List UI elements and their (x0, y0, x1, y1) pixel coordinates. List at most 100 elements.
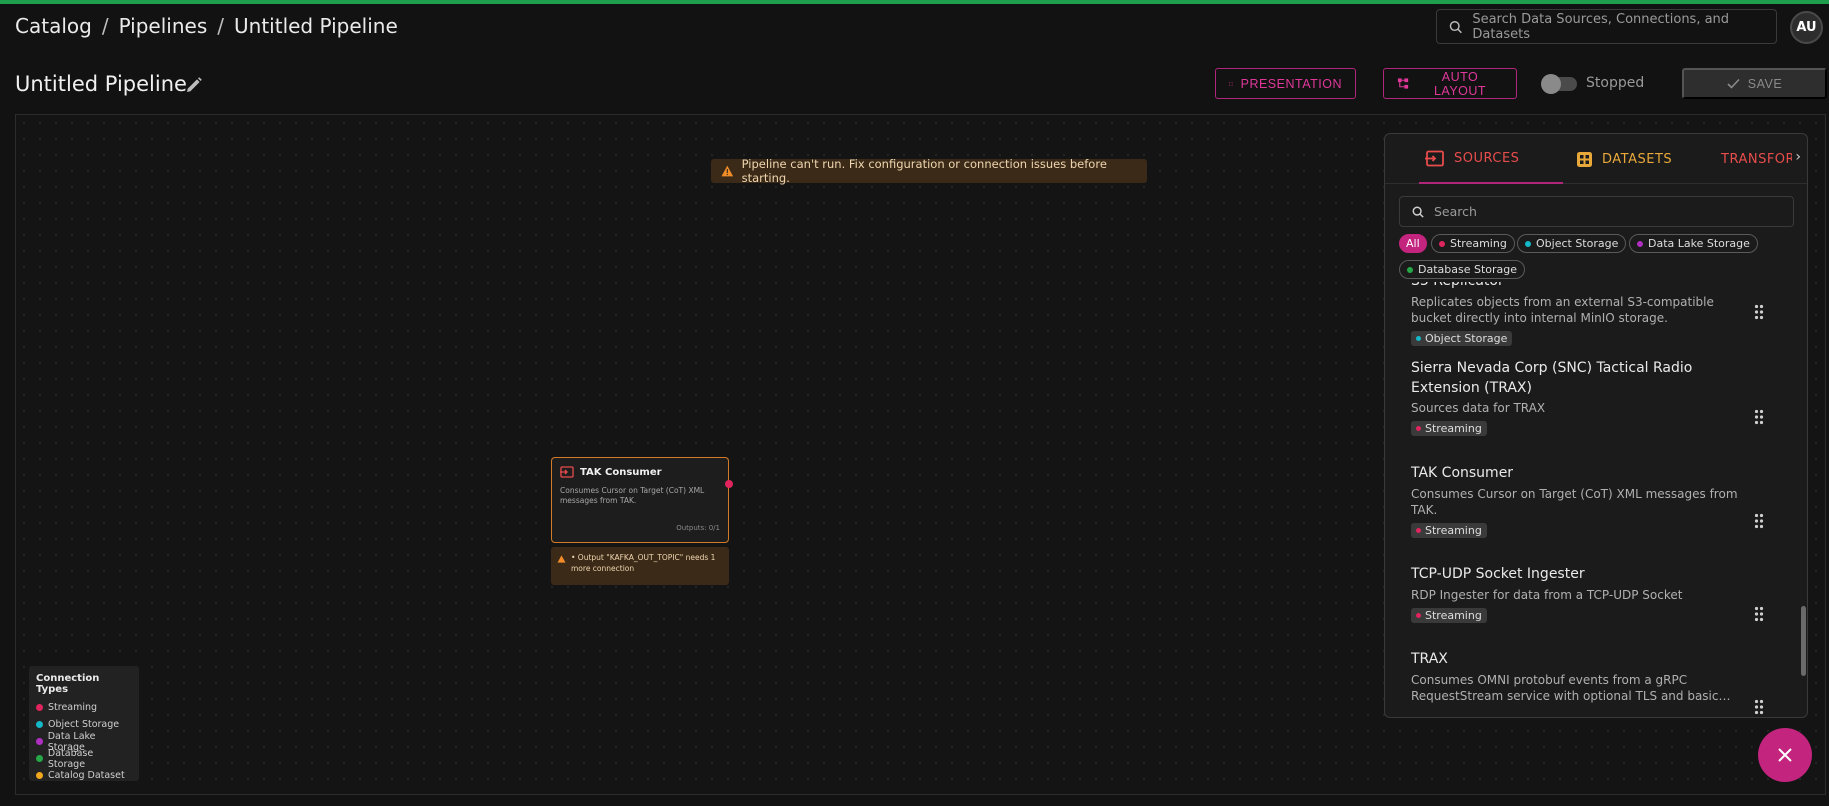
node-outputs-count: Outputs: 0/1 (676, 524, 720, 532)
fullscreen-icon (1229, 81, 1233, 86)
chip-label: Database Storage (1418, 263, 1518, 276)
legend-dot (36, 738, 43, 745)
tag-dot (1416, 612, 1421, 618)
item-description: Replicates objects from an external S3-c… (1411, 294, 1714, 325)
pencil-icon[interactable] (184, 75, 204, 95)
node-warning-text: • Output "KAFKA_OUT_TOPIC" needs 1 more … (571, 553, 716, 573)
drag-handle-icon[interactable] (1754, 304, 1764, 320)
legend-item-catalog-dataset: Catalog Dataset (36, 767, 132, 784)
pipeline-toolbar: Untitled Pipeline PRESENTATION AUTO LAYO… (0, 66, 1829, 106)
user-avatar[interactable]: AU (1790, 11, 1823, 44)
panel-tabs: SOURCES DATASETS TRANSFORMS › (1385, 134, 1807, 184)
item-title: TAK Consumer (1411, 465, 1514, 481)
item-title: TCP-UDP Socket Ingester (1411, 566, 1585, 582)
tag-label: Streaming (1425, 523, 1482, 537)
legend-dot (36, 755, 43, 762)
filter-chip-streaming[interactable]: Streaming (1431, 234, 1515, 253)
global-search-placeholder: Search Data Sources, Connections, and Da… (1472, 11, 1730, 42)
search-icon (1449, 20, 1462, 33)
drag-handle-icon[interactable] (1754, 606, 1764, 622)
item-description: RDP Ingester for data from a TCP-UDP Soc… (1411, 587, 1683, 602)
chevron-right-icon[interactable]: › (1795, 149, 1801, 165)
warning-icon (721, 165, 734, 177)
auto-layout-button[interactable]: AUTO LAYOUT (1383, 68, 1517, 99)
drag-handle-icon[interactable] (1754, 409, 1764, 425)
chip-dot (1525, 240, 1531, 247)
run-warning-text: Pipeline can't run. Fix configuration or… (741, 157, 1107, 185)
tab-datasets[interactable]: DATASETS (1576, 134, 1672, 184)
header: Catalog / Pipelines / Untitled Pipeline … (0, 4, 1829, 54)
run-toggle[interactable] (1541, 74, 1577, 94)
filter-chip-all[interactable]: All (1399, 234, 1427, 253)
breadcrumb: Catalog / Pipelines / Untitled Pipeline (15, 14, 398, 38)
item-title: S3 Replicator (1411, 282, 1751, 292)
check-icon (1727, 78, 1740, 89)
list-item[interactable]: TRAX Consumes OMNI protobuf events from … (1411, 650, 1751, 704)
filter-chip-database-storage[interactable]: Database Storage (1399, 260, 1526, 279)
item-tag: Streaming (1411, 421, 1487, 437)
tag-dot (1416, 527, 1421, 533)
presentation-button[interactable]: PRESENTATION (1215, 68, 1356, 99)
auto-layout-label: AUTO LAYOUT (1433, 69, 1487, 98)
node-warning: • Output "KAFKA_OUT_TOPIC" needs 1 more … (551, 547, 729, 585)
panel-search-placeholder: Search (1434, 204, 1477, 219)
tab-transforms[interactable]: TRANSFORMS (1712, 134, 1792, 184)
legend-item-streaming: Streaming (36, 699, 132, 716)
panel-search-input[interactable]: Search (1399, 196, 1794, 227)
breadcrumb-pipelines[interactable]: Pipelines (119, 14, 208, 38)
item-description: Consumes OMNI protobuf events from a gRP… (1411, 672, 1731, 703)
legend-label: Catalog Dataset (48, 770, 125, 781)
node-output-port[interactable] (725, 480, 733, 488)
global-search-input[interactable]: Search Data Sources, Connections, and Da… (1436, 9, 1777, 44)
save-button[interactable]: SAVE (1682, 68, 1827, 99)
breadcrumb-current: Untitled Pipeline (234, 14, 398, 38)
legend-title: Connection Types (36, 673, 100, 695)
tag-dot (1416, 426, 1421, 432)
pipeline-node-tak-consumer[interactable]: TAK Consumer Consumes Cursor on Target (… (551, 457, 733, 543)
tag-label: Object Storage (1425, 331, 1508, 345)
drag-handle-icon[interactable] (1754, 513, 1764, 529)
tag-dot (1416, 335, 1421, 341)
toggle-knob (1541, 74, 1561, 94)
tag-label: Streaming (1425, 608, 1482, 622)
node-title: TAK Consumer (580, 466, 662, 478)
item-tag: Object Storage (1411, 330, 1513, 346)
legend-dot (36, 721, 43, 728)
chip-dot (1439, 240, 1445, 247)
dataset-icon (1577, 151, 1592, 167)
chip-label: Streaming (1450, 237, 1507, 250)
item-description: Consumes Cursor on Target (CoT) XML mess… (1411, 486, 1738, 517)
chip-dot (1407, 266, 1413, 273)
item-tag: Streaming (1411, 607, 1487, 623)
tab-sources[interactable]: SOURCES (1419, 134, 1563, 184)
list-item[interactable]: S3 Replicator Replicates objects from an… (1411, 282, 1751, 346)
tab-sources-label: SOURCES (1454, 150, 1520, 166)
close-panel-button[interactable] (1758, 728, 1812, 782)
tab-datasets-label: DATASETS (1602, 151, 1673, 167)
panel-scrollbar[interactable] (1801, 606, 1806, 676)
layout-icon (1397, 78, 1409, 89)
list-item[interactable]: TAK Consumer Consumes Cursor on Target (… (1411, 464, 1751, 538)
legend-label: Streaming (48, 702, 98, 713)
item-description: Sources data for TRAX (1411, 401, 1546, 416)
chip-label: Data Lake Storage (1648, 237, 1750, 250)
list-item[interactable]: TCP-UDP Socket Ingester RDP Ingester for… (1411, 565, 1751, 623)
connection-types-legend: Connection Types Streaming Object Storag… (29, 666, 139, 781)
filter-chip-data-lake-storage[interactable]: Data Lake Storage (1629, 234, 1758, 253)
legend-label: Database Storage (47, 747, 94, 770)
filter-chip-object-storage[interactable]: Object Storage (1517, 234, 1627, 253)
node-header: TAK Consumer (560, 466, 720, 478)
tab-transforms-label: TRANSFORMS (1721, 151, 1792, 167)
item-title: TRAX (1411, 651, 1448, 667)
breadcrumb-catalog[interactable]: Catalog (15, 14, 92, 38)
chip-dot (1637, 240, 1643, 247)
drag-handle-icon[interactable] (1754, 699, 1764, 715)
chip-label: Object Storage (1536, 237, 1619, 250)
legend-dot (36, 704, 43, 711)
legend-label: Object Storage (48, 719, 120, 730)
breadcrumb-separator: / (101, 14, 109, 38)
sources-list: S3 Replicator Replicates objects from an… (1385, 282, 1807, 717)
chip-label: All (1406, 237, 1420, 250)
close-icon (1778, 748, 1792, 762)
list-item[interactable]: Sierra Nevada Corp (SNC) Tactical Radio … (1411, 359, 1751, 437)
